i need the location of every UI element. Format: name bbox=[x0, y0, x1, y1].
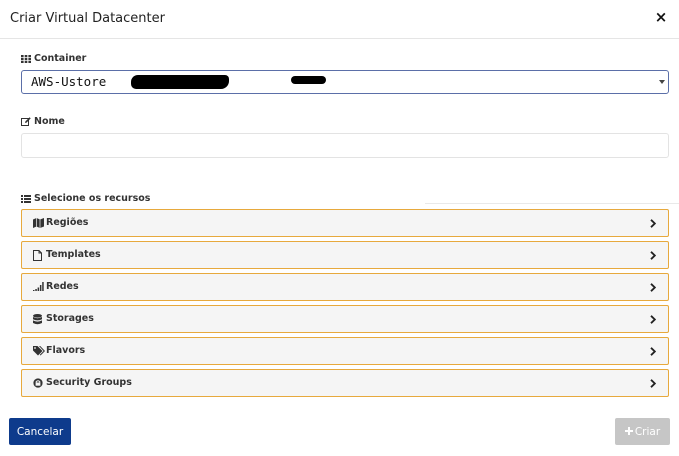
name-input[interactable] bbox=[21, 133, 669, 158]
panel-redes[interactable]: Redes bbox=[21, 273, 669, 301]
file-icon bbox=[33, 250, 44, 261]
database-icon bbox=[33, 314, 44, 325]
cancel-button[interactable]: Cancelar bbox=[9, 418, 71, 445]
panel-label: Security Groups bbox=[46, 377, 132, 388]
name-label: Nome bbox=[21, 116, 65, 127]
chevron-right-icon bbox=[650, 283, 656, 292]
close-icon[interactable]: × bbox=[655, 8, 668, 26]
panel-label: Templates bbox=[46, 249, 101, 260]
plus-icon bbox=[624, 426, 633, 438]
resources-label-text: Selecione os recursos bbox=[34, 193, 151, 204]
container-select[interactable]: AWS-Ustore bbox=[21, 70, 669, 94]
panel-regioes[interactable]: Regiões bbox=[21, 209, 669, 237]
chevron-right-icon bbox=[650, 219, 656, 228]
panel-storages[interactable]: Storages bbox=[21, 305, 669, 333]
list-icon bbox=[21, 194, 31, 203]
chevron-right-icon bbox=[650, 315, 656, 324]
create-button[interactable]: Criar bbox=[615, 418, 670, 445]
tags-icon bbox=[33, 346, 45, 357]
create-button-label: Criar bbox=[634, 425, 661, 438]
resources-label: Selecione os recursos bbox=[21, 193, 150, 204]
redacted-text bbox=[131, 75, 326, 89]
panel-label: Storages bbox=[46, 313, 94, 324]
chevron-right-icon bbox=[650, 347, 656, 356]
close-button[interactable]: × bbox=[653, 8, 669, 26]
section-divider bbox=[425, 203, 679, 204]
edit-icon bbox=[21, 117, 31, 126]
modal-title: Criar Virtual Datacenter bbox=[10, 11, 165, 26]
grid-icon bbox=[21, 54, 31, 63]
caret-down-icon bbox=[659, 80, 665, 84]
map-icon bbox=[33, 218, 44, 229]
panel-label: Flavors bbox=[46, 345, 86, 356]
panel-label: Regiões bbox=[46, 217, 89, 228]
signal-icon bbox=[33, 282, 44, 293]
name-label-text: Nome bbox=[34, 116, 65, 127]
panel-flavors[interactable]: Flavors bbox=[21, 337, 669, 365]
panel-security-groups[interactable]: Security Groups bbox=[21, 369, 669, 397]
container-label: Container bbox=[21, 53, 86, 64]
panel-label: Redes bbox=[46, 281, 79, 292]
chevron-right-icon bbox=[650, 251, 656, 260]
container-label-text: Container bbox=[34, 53, 87, 64]
shield-icon bbox=[33, 378, 44, 389]
modal-header: Criar Virtual Datacenter × bbox=[0, 0, 679, 39]
chevron-right-icon bbox=[650, 379, 656, 388]
panel-templates[interactable]: Templates bbox=[21, 241, 669, 269]
container-select-value: AWS-Ustore bbox=[31, 74, 107, 89]
